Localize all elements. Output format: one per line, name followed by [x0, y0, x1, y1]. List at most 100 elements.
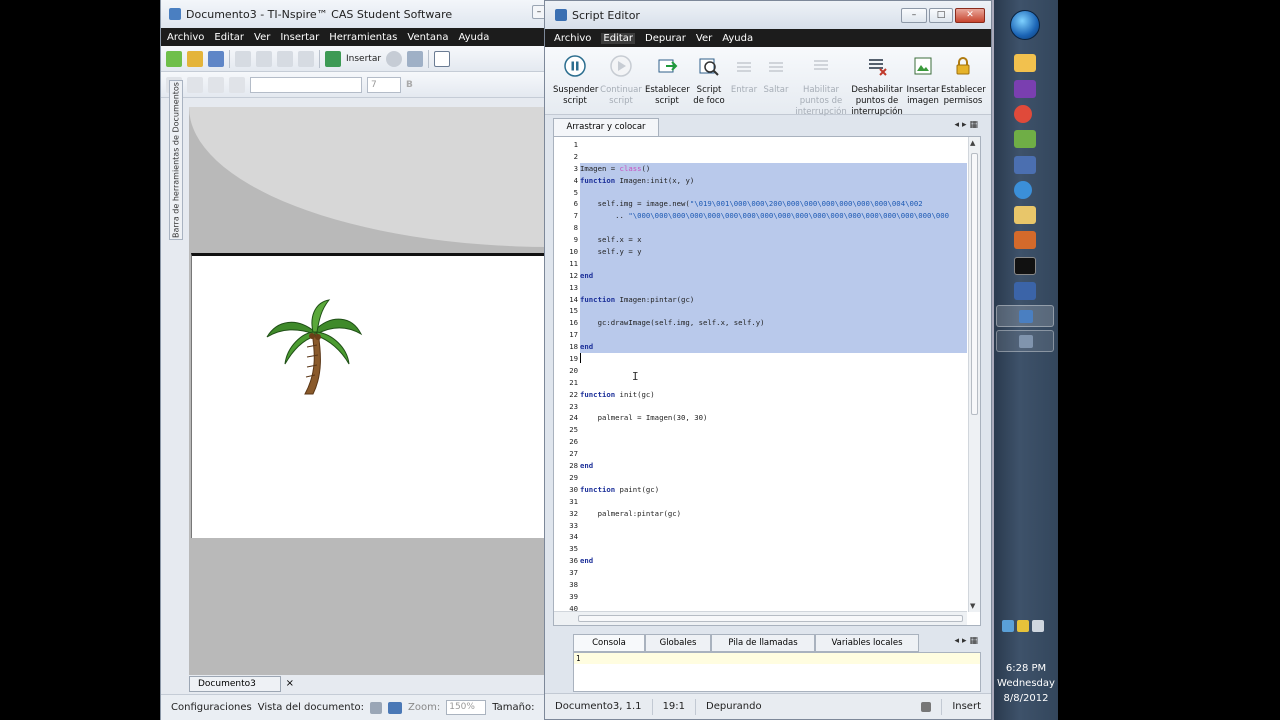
menu-insertar[interactable]: Insertar — [280, 32, 319, 43]
scroll-down-icon[interactable]: ▼ — [970, 602, 975, 610]
code-line[interactable]: end — [580, 460, 967, 472]
line-color-icon[interactable] — [208, 76, 224, 93]
se-menu-ver[interactable]: Ver — [696, 33, 712, 44]
console-tab-navigation-arrows[interactable]: ◂▸▦ — [954, 636, 981, 646]
new-document-icon[interactable] — [166, 50, 182, 67]
suspend-script-button[interactable]: Suspender script — [553, 55, 598, 107]
code-line[interactable] — [580, 531, 967, 543]
calculator-icon[interactable] — [1014, 282, 1036, 300]
tab-navigation-arrows[interactable]: ◂▸▦ — [954, 120, 981, 130]
document-tab[interactable]: Documento3 × — [189, 676, 294, 692]
vertical-scroll-thumb[interactable] — [971, 153, 978, 415]
insert-button-label[interactable]: Insertar — [346, 54, 381, 64]
set-permissions-button[interactable]: Establecer permisos — [941, 55, 986, 107]
code-line[interactable] — [580, 222, 967, 235]
fill-color-icon[interactable] — [187, 76, 203, 93]
se-menu-ayuda[interactable]: Ayuda — [722, 33, 753, 44]
close-icon[interactable]: × — [286, 677, 294, 691]
text-color-icon[interactable] — [229, 76, 245, 93]
internet-explorer-icon[interactable] — [1014, 181, 1032, 199]
code-line[interactable] — [580, 543, 967, 555]
code-line[interactable] — [580, 353, 967, 365]
notepad-icon[interactable] — [1014, 130, 1036, 148]
code-line[interactable] — [580, 401, 967, 413]
code-line[interactable]: self.x = x — [580, 234, 967, 247]
font-size-select[interactable]: 7 — [367, 76, 401, 93]
chrome-icon[interactable] — [1014, 105, 1032, 123]
start-button-icon[interactable] — [1010, 10, 1040, 40]
config-label[interactable]: Configuraciones — [171, 702, 252, 713]
enable-breakpoints-button[interactable]: Habilitar puntos de interrupción — [795, 55, 847, 118]
computer-view-icon[interactable] — [388, 701, 403, 714]
code-line[interactable] — [580, 424, 967, 436]
code-line[interactable]: function paint(gc) — [580, 484, 967, 496]
script-editor-taskbar-button[interactable] — [996, 330, 1054, 352]
code-line[interactable]: .. "\000\000\000\000\000\000\000\000\000… — [580, 210, 967, 223]
code-line[interactable] — [580, 448, 967, 460]
security-icon[interactable] — [1017, 620, 1029, 632]
screenshot-icon[interactable] — [407, 50, 424, 67]
menu-editar[interactable]: Editar — [214, 32, 244, 43]
menu-herramientas[interactable]: Herramientas — [329, 32, 397, 43]
folder-icon[interactable] — [1014, 206, 1036, 224]
menu-ver[interactable]: Ver — [254, 32, 270, 43]
code-line[interactable] — [580, 305, 967, 318]
code-line[interactable] — [580, 496, 967, 508]
code-line[interactable] — [580, 139, 967, 151]
menu-ayuda[interactable]: Ayuda — [458, 32, 489, 43]
code-line[interactable]: palmeral = Imagen(30, 30) — [580, 412, 967, 424]
continue-script-button[interactable]: Continuar script — [599, 55, 643, 107]
disable-breakpoints-button[interactable]: Deshabilitar puntos de interrupción — [849, 55, 905, 118]
horizontal-scroll-thumb[interactable] — [578, 615, 963, 622]
se-menu-archivo[interactable]: Archivo — [554, 33, 591, 44]
cut-icon[interactable] — [235, 50, 251, 67]
media-player-icon[interactable] — [1014, 231, 1036, 249]
set-script-button[interactable]: Establecer script — [645, 55, 690, 107]
code-line[interactable] — [580, 472, 967, 484]
font-family-select[interactable] — [250, 76, 362, 93]
code-line[interactable]: end — [580, 341, 967, 354]
maximize-button[interactable]: □ — [929, 8, 953, 23]
documents-toolbar-tab[interactable]: Barra de herramientas de Documentos — [169, 80, 183, 240]
paste-icon[interactable] — [277, 50, 293, 67]
volume-icon[interactable] — [1032, 620, 1044, 632]
code-line[interactable] — [580, 436, 967, 448]
insert-image-button[interactable]: Insertar imagen — [905, 55, 941, 107]
code-line[interactable] — [580, 257, 967, 270]
taskbar-app-icon[interactable] — [1014, 54, 1036, 72]
step-over-button[interactable]: Saltar — [761, 55, 791, 96]
code-line[interactable]: function Imagen:init(x, y) — [580, 174, 967, 187]
se-menu-depurar[interactable]: Depurar — [645, 33, 686, 44]
handheld-view-icon[interactable] — [370, 701, 383, 714]
console-input-line[interactable]: 1 — [574, 653, 980, 664]
variable-icon[interactable] — [386, 50, 403, 67]
code-line[interactable]: self.y = y — [580, 246, 967, 258]
close-button[interactable]: ✕ — [955, 8, 985, 23]
code-line[interactable]: end — [580, 555, 967, 567]
menu-archivo[interactable]: Archivo — [167, 32, 204, 43]
tab-consola[interactable]: Consola — [573, 634, 645, 652]
bold-icon[interactable]: B — [406, 80, 413, 90]
code-line[interactable]: function Imagen:pintar(gc) — [580, 293, 967, 306]
tinspire-taskbar-button[interactable] — [996, 305, 1054, 327]
terminal-icon[interactable] — [1014, 257, 1036, 275]
document-page[interactable] — [191, 253, 549, 538]
code-line[interactable] — [580, 329, 967, 342]
console-panel[interactable]: 1 — [573, 652, 981, 692]
scroll-up-icon[interactable]: ▲ — [970, 139, 975, 147]
code-line[interactable] — [580, 186, 967, 199]
undo-icon[interactable] — [298, 50, 314, 67]
code-line[interactable]: gc:drawImage(self.img, self.x, self.y) — [580, 317, 967, 330]
code-line[interactable]: Imagen = class() — [580, 162, 967, 175]
zoom-select[interactable]: 150% — [446, 700, 487, 715]
save-icon[interactable] — [208, 50, 224, 67]
code-line[interactable] — [580, 591, 967, 603]
copy-icon[interactable] — [256, 50, 272, 67]
se-menu-editar[interactable]: Editar — [601, 32, 635, 44]
code-line[interactable] — [580, 520, 967, 532]
code-line[interactable] — [580, 567, 967, 579]
tab-globales[interactable]: Globales — [645, 634, 711, 652]
vertical-scrollbar[interactable]: ▲ ▼ — [968, 137, 980, 612]
focus-script-button[interactable]: Script de foco — [691, 55, 727, 107]
code-line[interactable]: function init(gc) — [580, 389, 967, 401]
